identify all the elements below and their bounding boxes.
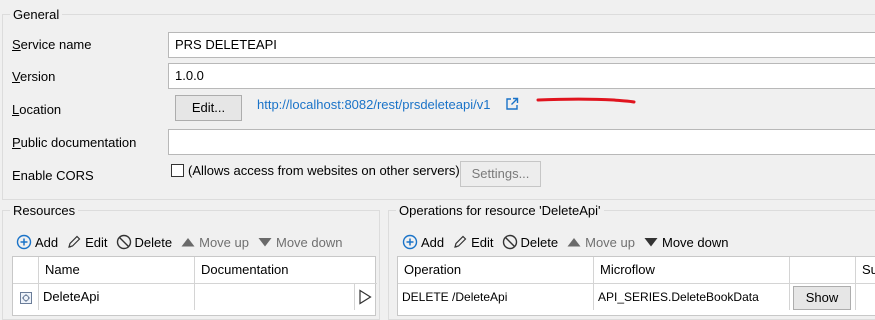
resources-add-button[interactable]: Add	[16, 234, 58, 250]
resources-table: Name Documentation DeleteApi	[12, 256, 377, 316]
public-doc-label-rest: ublic documentation	[20, 135, 137, 150]
resources-legend: Resources	[10, 203, 79, 218]
location-edit-button-label: Edit...	[191, 100, 226, 115]
resources-col-documentation[interactable]: Documentation	[195, 257, 377, 284]
operations-table: Operation Microflow Su DELETE /DeleteApi…	[397, 256, 875, 316]
public-doc-label: Public documentation	[12, 135, 137, 150]
operations-col-su[interactable]: Su	[856, 257, 875, 284]
operations-move-down-button[interactable]: Move down	[643, 234, 728, 250]
cors-checkbox[interactable]	[171, 164, 184, 177]
service-name-label-rest: ervice name	[20, 37, 92, 52]
operations-delete-label: Delete	[520, 234, 559, 250]
operations-toolbar: Add Edit Delete Move up Move down	[402, 233, 736, 251]
version-input[interactable]: 1.0.0	[168, 63, 875, 89]
resources-delete-label: Delete	[134, 234, 173, 250]
triangle-up-icon	[567, 238, 581, 247]
show-microflow-button-label: Show	[805, 290, 839, 305]
operations-legend: Operations for resource 'DeleteApi'	[396, 203, 604, 218]
cors-settings-button[interactable]: Settings...	[460, 161, 541, 187]
operations-move-up-label: Move up	[585, 234, 635, 250]
version-label: Version	[12, 69, 56, 84]
version-label-rest: ersion	[19, 69, 56, 84]
annotation-red-underline	[536, 97, 636, 104]
triangle-down-icon	[258, 238, 272, 247]
microflow-cell[interactable]: API_SERIES.DeleteBookData	[594, 284, 790, 310]
operations-add-label: Add	[421, 234, 445, 250]
rest-resource-icon	[20, 291, 32, 304]
operation-cell[interactable]: DELETE /DeleteApi	[398, 284, 594, 310]
location-label: Location	[12, 102, 62, 117]
operations-col-operation[interactable]: Operation	[398, 257, 594, 284]
show-microflow-button[interactable]: Show	[793, 286, 851, 310]
show-cell: Show	[790, 284, 856, 310]
pencil-icon	[68, 235, 81, 248]
service-name-input[interactable]: PRS DELETEAPI	[168, 32, 875, 58]
operations-move-up-button[interactable]: Move up	[566, 234, 635, 250]
table-row[interactable]: DELETE /DeleteApi API_SERIES.DeleteBookD…	[398, 284, 875, 310]
play-arrow-icon[interactable]	[357, 289, 373, 305]
resources-move-down-button[interactable]: Move down	[257, 234, 342, 250]
resources-edit-label: Edit	[85, 234, 108, 250]
resources-move-up-button[interactable]: Move up	[180, 234, 249, 250]
public-doc-input[interactable]	[168, 129, 875, 155]
pencil-icon	[454, 235, 467, 248]
resources-move-down-label: Move down	[276, 234, 343, 250]
operations-edit-label: Edit	[471, 234, 494, 250]
location-url-link[interactable]: http://localhost:8082/rest/prsdeleteapi/…	[257, 97, 490, 112]
operations-col-show[interactable]	[790, 257, 856, 284]
operations-col-microflow[interactable]: Microflow	[594, 257, 790, 284]
cors-settings-button-label: Settings...	[471, 166, 530, 181]
resource-name-cell[interactable]: DeleteApi	[39, 284, 195, 310]
resources-delete-button[interactable]: Delete	[116, 234, 173, 250]
external-link-icon[interactable]	[505, 97, 519, 111]
resources-move-up-label: Move up	[199, 234, 249, 250]
operations-delete-button[interactable]: Delete	[502, 234, 559, 250]
add-icon	[402, 234, 418, 250]
resources-toolbar: Add Edit Delete Move up Move down	[16, 233, 350, 251]
enable-cors-label: Enable CORS	[12, 168, 94, 183]
operations-edit-button[interactable]: Edit	[452, 234, 494, 250]
resources-add-label: Add	[35, 234, 59, 250]
table-row[interactable]: DeleteApi	[13, 284, 377, 310]
operations-move-down-label: Move down	[662, 234, 729, 250]
resources-col-name[interactable]: Name	[39, 257, 195, 284]
general-legend: General	[10, 7, 63, 22]
triangle-up-icon	[181, 238, 195, 247]
add-icon	[16, 234, 32, 250]
resource-row-icon-cell	[13, 284, 39, 310]
location-label-rest: ocation	[19, 102, 62, 117]
location-edit-button[interactable]: Edit...	[175, 95, 242, 121]
resources-edit-button[interactable]: Edit	[66, 234, 108, 250]
triangle-down-icon	[644, 238, 658, 247]
delete-icon	[116, 234, 131, 250]
resource-documentation-cell[interactable]	[195, 284, 355, 310]
resources-table-corner	[13, 257, 39, 284]
operations-add-button[interactable]: Add	[402, 234, 444, 250]
cors-checkbox-text: (Allows access from websites on other se…	[188, 163, 460, 178]
su-cell	[856, 284, 875, 310]
service-name-label: Service name	[12, 37, 92, 52]
delete-icon	[502, 234, 517, 250]
